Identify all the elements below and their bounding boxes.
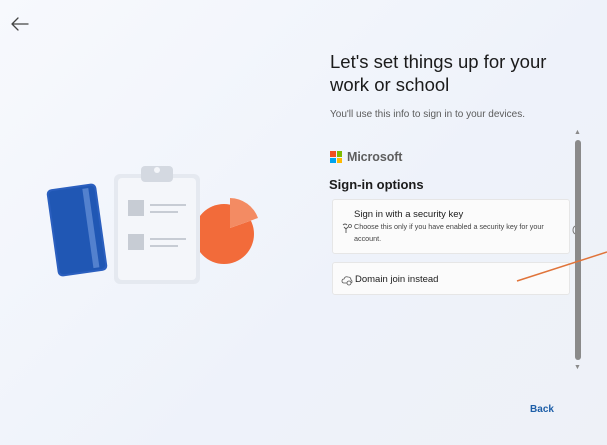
setup-illustration bbox=[44, 160, 264, 290]
scroll-up-icon[interactable]: ▲ bbox=[574, 129, 581, 137]
notebook-icon bbox=[46, 183, 108, 277]
signin-panel: Microsoft Sign-in options Sign in with a… bbox=[328, 140, 572, 372]
security-key-title: Sign in with a security key bbox=[354, 209, 464, 220]
clipboard-icon bbox=[114, 166, 200, 284]
oobe-page: Let's set things up for your work or sch… bbox=[0, 0, 607, 445]
domain-join-label: Domain join instead bbox=[355, 274, 439, 285]
domain-join-option[interactable]: Domain join instead bbox=[332, 262, 570, 295]
page-title: Let's set things up for your work or sch… bbox=[330, 51, 547, 95]
brand-name: Microsoft bbox=[347, 150, 403, 164]
microsoft-logo-icon bbox=[330, 151, 342, 163]
security-key-icon bbox=[341, 221, 353, 233]
security-key-description: Choose this only if you have enabled a s… bbox=[354, 222, 544, 243]
section-title: Sign-in options bbox=[329, 177, 424, 192]
scroll-down-icon[interactable]: ▼ bbox=[574, 364, 581, 372]
microsoft-brand: Microsoft bbox=[330, 150, 402, 164]
back-button[interactable]: Back bbox=[522, 400, 562, 420]
scroll-thumb[interactable] bbox=[575, 140, 581, 360]
domain-join-icon bbox=[341, 274, 353, 286]
page-subtitle: You'll use this info to sign in to your … bbox=[330, 109, 525, 120]
back-arrow-icon[interactable] bbox=[10, 16, 30, 32]
scrollbar[interactable]: ▲ ▼ bbox=[573, 128, 582, 373]
security-key-option[interactable]: Sign in with a security key Choose this … bbox=[332, 199, 570, 254]
pie-chart-icon bbox=[194, 198, 258, 264]
